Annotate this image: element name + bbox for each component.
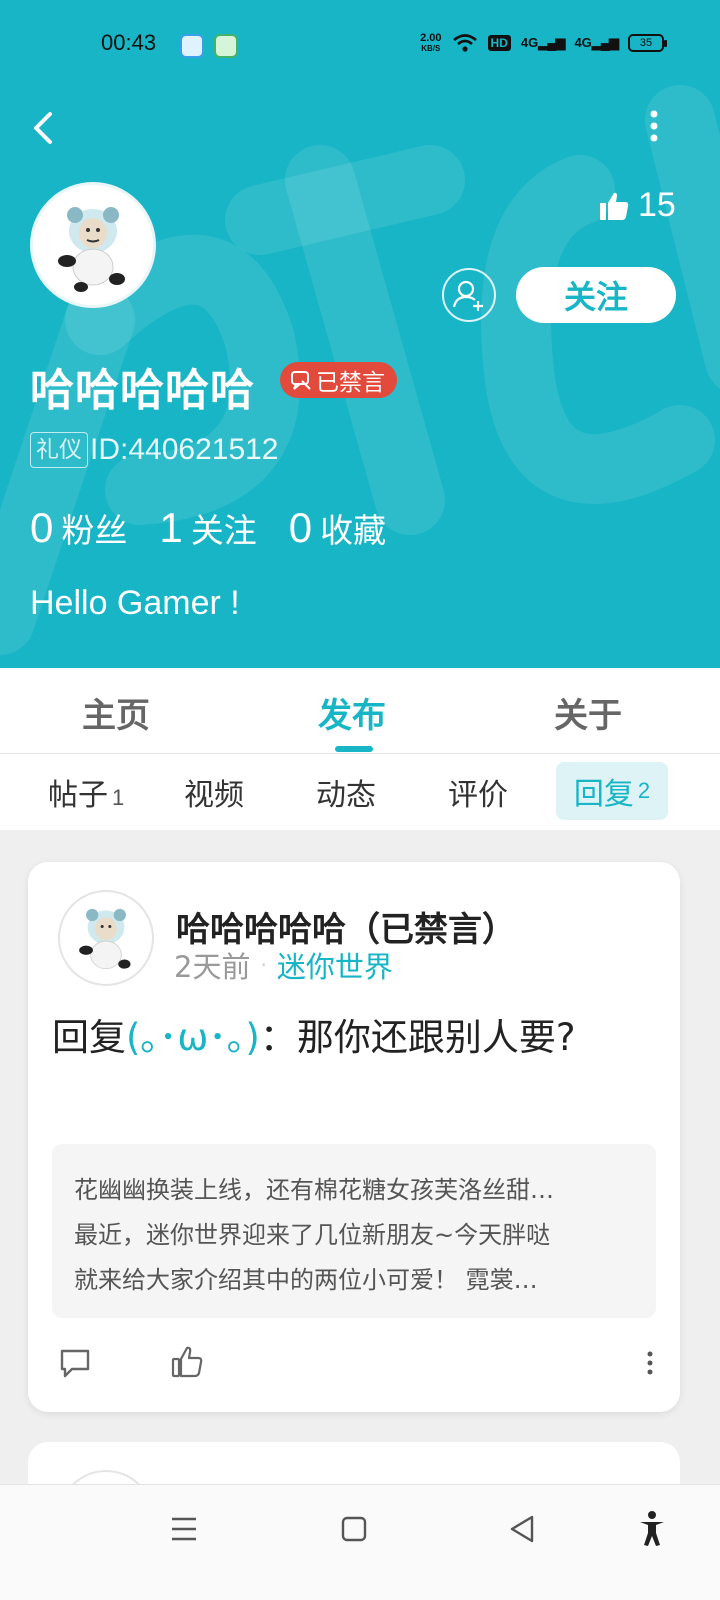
subtab-label: 帖子	[48, 778, 108, 813]
reply-content[interactable]: 回复(｡･ω･｡)：那你还跟别人要?	[52, 1012, 652, 1064]
banned-label: 已禁言	[316, 370, 385, 396]
stat-number: 1	[159, 504, 183, 551]
subtab-reviews[interactable]: 评价	[448, 770, 508, 814]
quote-line: 就来给大家介绍其中的两位小可爱！ 霓裳…	[74, 1266, 538, 1294]
stat-number: 0	[30, 504, 54, 551]
more-vertical-icon	[647, 1351, 653, 1375]
more-vertical-icon	[650, 110, 658, 142]
hd-voice-icon: HD	[487, 34, 511, 51]
back-button[interactable]	[26, 104, 66, 152]
thumbs-up-icon	[171, 1346, 203, 1378]
subtab-label: 回复	[573, 777, 634, 812]
subtab-replies[interactable]: 回复 2	[556, 762, 668, 820]
back-arrow-icon	[34, 112, 52, 144]
quote-line: 最近，迷你世界迎来了几位新朋友~今天胖哒	[74, 1221, 551, 1249]
stat-favorites[interactable]: 0 收藏	[289, 504, 386, 552]
battery-icon: 35	[628, 33, 667, 52]
nav-menu-button[interactable]	[164, 1509, 204, 1549]
tab-posts[interactable]: 发布	[318, 688, 386, 737]
tab-about[interactable]: 关于	[554, 688, 622, 737]
reply-text: ：那你还跟别人要?	[259, 1016, 576, 1059]
meta-separator: ·	[260, 953, 267, 977]
notification-app-icon	[214, 34, 238, 58]
thumbs-up-icon	[600, 192, 629, 220]
main-tab-bar: 主页 发布 关于	[0, 668, 720, 754]
nav-back-button[interactable]	[502, 1509, 542, 1549]
panda-avatar-image	[79, 908, 131, 970]
profile-header: 00:43 2.00 KB/S HD 4G▂▄▆ 4G▂▄▆ 35 15 关注 …	[0, 0, 720, 680]
mute-chat-icon	[291, 371, 311, 390]
post-meta: 2天前 · 迷你世界	[174, 944, 393, 986]
signal-4g-icon: 4G▂▄▆	[574, 34, 619, 50]
system-navigation-bar	[0, 1484, 720, 1600]
post-more-button[interactable]	[640, 1348, 660, 1378]
subtab-count: 1	[112, 785, 125, 810]
subtab-count: 2	[637, 778, 651, 803]
panda-avatar-image	[58, 207, 125, 292]
nav-home-button[interactable]	[334, 1509, 374, 1549]
post-time: 2天前	[174, 950, 251, 984]
stat-label: 粉丝	[61, 511, 128, 550]
stat-label: 收藏	[320, 511, 387, 550]
reply-to-user[interactable]: (｡･ω･｡)	[126, 1016, 260, 1059]
subtab-label: 视频	[184, 778, 244, 813]
subtab-moments[interactable]: 动态	[316, 770, 376, 814]
user-id-row: 礼仪 ID:440621512	[30, 432, 279, 468]
subtab-label: 动态	[316, 778, 376, 813]
profile-stats: 0 粉丝 1 关注 0 收藏	[30, 504, 418, 552]
user-id: ID:440621512	[90, 433, 279, 466]
status-bar: 00:43 2.00 KB/S HD 4G▂▄▆ 4G▂▄▆ 35	[0, 0, 720, 92]
subtab-label: 评价	[448, 778, 508, 813]
quoted-post[interactable]: 花幽幽换装上线，还有棉花糖女孩芙洛丝甜… 最近，迷你世界迎来了几位新朋友~今天胖…	[52, 1144, 656, 1318]
like-button[interactable]	[170, 1344, 204, 1380]
network-speed: 2.00 KB/S	[420, 32, 441, 53]
author-avatar[interactable]	[58, 890, 154, 986]
likes-count: 15	[638, 186, 676, 224]
subtab-videos[interactable]: 视频	[184, 770, 244, 814]
post-game-link[interactable]: 迷你世界	[277, 944, 393, 986]
status-indicators: 2.00 KB/S HD 4G▂▄▆ 4G▂▄▆ 35	[420, 32, 667, 53]
banned-badge: 已禁言	[280, 362, 397, 398]
signal-4g-icon: 4G▂▄▆	[520, 34, 566, 50]
reply-prefix: 回复	[52, 1016, 126, 1059]
wifi-icon	[452, 33, 477, 52]
subtab-threads[interactable]: 帖子 1	[48, 770, 124, 814]
network-speed-value: 2.00	[420, 32, 442, 44]
add-friend-button[interactable]	[442, 268, 496, 322]
sub-tab-bar: 帖子 1 视频 动态 评价 回复 2	[0, 754, 720, 830]
tab-home[interactable]: 主页	[82, 688, 150, 737]
likes-counter: 15	[598, 186, 676, 225]
signal-label: 4G	[574, 34, 592, 50]
stat-fans[interactable]: 0 粉丝	[30, 504, 127, 552]
signal-label: 4G	[520, 34, 539, 50]
notification-app-icon	[180, 34, 204, 58]
stat-number: 0	[288, 504, 313, 551]
square-home-icon	[341, 1516, 367, 1542]
profile-username: 哈哈哈哈哈	[30, 365, 255, 416]
accessibility-icon	[640, 1511, 664, 1546]
active-tab-indicator	[335, 746, 373, 752]
status-time: 00:43	[101, 30, 157, 55]
follow-button[interactable]: 关注	[516, 267, 676, 323]
reply-card[interactable]: 哈哈哈哈哈（已禁言） 2天前 · 迷你世界 回复(｡･ω･｡)：那你还跟别人要?…	[28, 862, 680, 1412]
comment-button[interactable]	[58, 1346, 92, 1380]
network-speed-unit: KB/S	[421, 44, 441, 53]
more-options-button[interactable]	[640, 104, 668, 152]
quote-line: 花幽幽换装上线，还有棉花糖女孩芙洛丝甜…	[74, 1176, 554, 1204]
triangle-back-icon	[510, 1515, 534, 1543]
menu-icon	[172, 1517, 196, 1541]
profile-avatar[interactable]	[30, 182, 156, 308]
etiquette-badge[interactable]: 礼仪	[30, 432, 88, 468]
profile-bio: Hello Gamer !	[30, 584, 240, 622]
add-user-icon	[452, 280, 483, 311]
stat-label: 关注	[190, 511, 257, 550]
comment-icon	[60, 1349, 90, 1378]
stat-following[interactable]: 1 关注	[159, 504, 256, 552]
accessibility-button[interactable]	[632, 1509, 672, 1549]
